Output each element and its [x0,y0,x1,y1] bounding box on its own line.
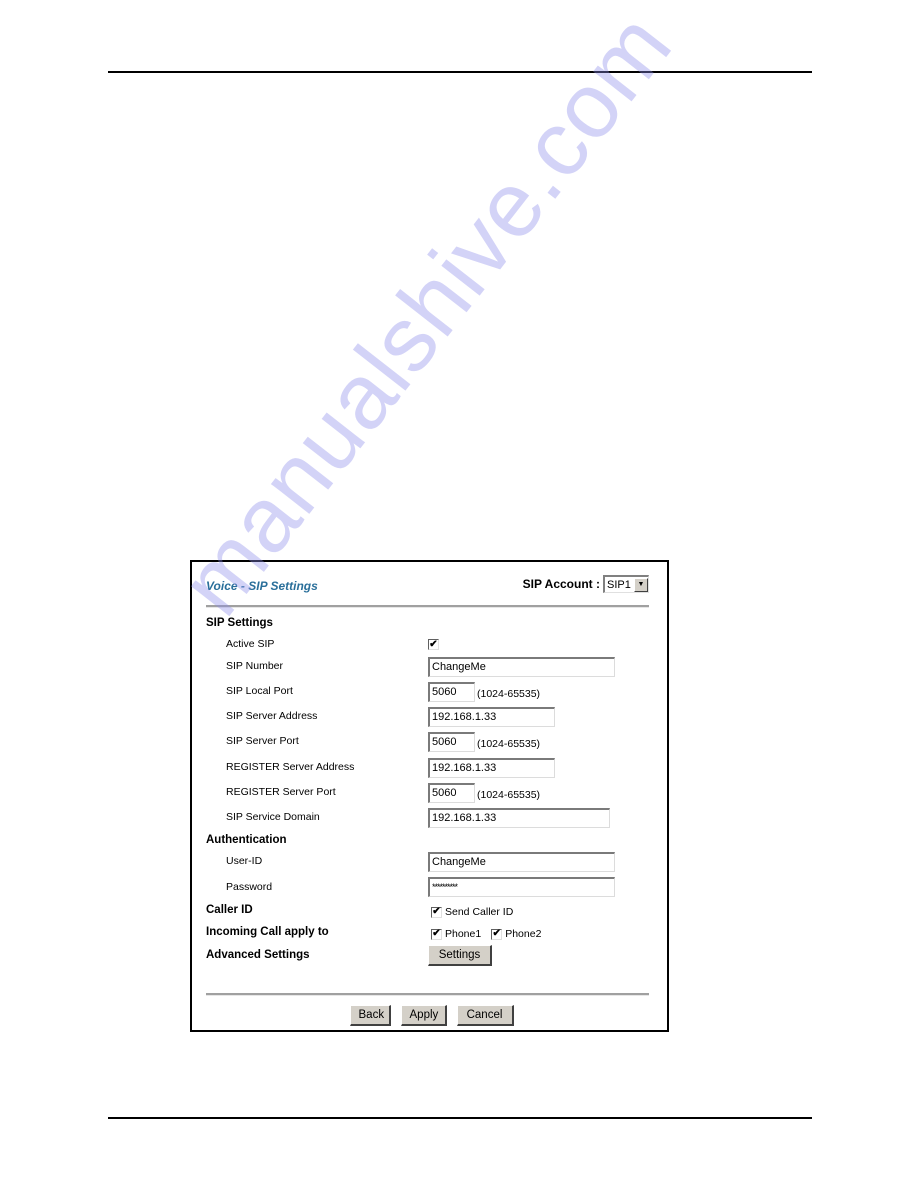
page-header-rule [108,71,812,73]
register-server-port-range: (1024-65535) [477,789,541,801]
back-button[interactable]: Back [349,1005,391,1026]
sip-server-address-label: SIP Server Address [226,710,318,722]
sip-account-select[interactable]: SIP1 ▼ [603,575,649,593]
password-input[interactable]: ********** [428,877,615,897]
password-label: Password [226,881,273,893]
panel-title: Voice - SIP Settings [206,579,318,593]
row-incoming-call: Incoming Call apply to ✔ Phone1 ✔ Phone2 [192,925,667,947]
sip-service-domain-input[interactable]: 192.168.1.33 [428,808,610,828]
row-sip-number: SIP Number ChangeMe [192,657,667,679]
row-sip-server-address: SIP Server Address 192.168.1.33 [192,707,667,729]
row-caller-id: Caller ID ✔ Send Caller ID [192,903,667,925]
advanced-settings-heading: Advanced Settings [206,949,310,961]
row-sip-server-port: SIP Server Port 5060 (1024-65535) [192,732,667,754]
register-server-address-label: REGISTER Server Address [226,761,355,773]
active-sip-label: Active SIP [226,638,275,650]
divider-bottom [206,993,649,996]
row-register-server-address: REGISTER Server Address 192.168.1.33 [192,758,667,780]
sip-local-port-input[interactable]: 5060 [428,682,475,702]
sip-number-input[interactable]: ChangeMe [428,657,615,677]
section-authentication: Authentication [206,834,287,846]
sip-local-port-label: SIP Local Port [226,685,293,697]
row-advanced-settings: Advanced Settings Settings [192,945,667,967]
section-sip-settings: SIP Settings [206,617,273,629]
row-sip-local-port: SIP Local Port 5060 (1024-65535) [192,682,667,704]
phone2-checkbox[interactable]: ✔ [491,928,503,940]
register-server-address-input[interactable]: 192.168.1.33 [428,758,555,778]
send-caller-id-checkbox[interactable]: ✔ [431,906,442,918]
footer-buttons: Back Apply Cancel [192,1005,667,1026]
register-server-port-input[interactable]: 5060 [428,783,475,803]
apply-button[interactable]: Apply [400,1005,447,1026]
phone1-checkbox[interactable]: ✔ [431,928,442,940]
sip-account-value: SIP1 [607,578,631,591]
row-password: Password ********** [192,877,667,899]
sip-service-domain-label: SIP Service Domain [226,811,320,823]
user-id-input[interactable]: ChangeMe [428,852,615,872]
sip-local-port-range: (1024-65535) [477,688,541,700]
settings-button[interactable]: Settings [428,945,492,966]
user-id-label: User-ID [226,855,263,867]
phone2-label: Phone2 [505,928,542,940]
sip-account-label: SIP Account : [522,577,600,591]
page-footer-rule [108,1117,812,1119]
cancel-button[interactable]: Cancel [456,1005,514,1026]
chevron-down-icon[interactable]: ▼ [634,577,648,592]
sip-number-label: SIP Number [226,660,283,672]
sip-settings-screenshot: Voice - SIP Settings SIP Account : SIP1 … [190,560,669,1032]
divider-top [206,605,649,608]
incoming-call-heading: Incoming Call apply to [206,926,329,938]
phone1-label: Phone1 [445,928,482,940]
row-active-sip: Active SIP ✔ [192,636,667,658]
sip-account-selector: SIP Account : SIP1 ▼ [523,575,649,593]
send-caller-id-label: Send Caller ID [445,906,514,918]
register-server-port-label: REGISTER Server Port [226,786,336,798]
sip-server-port-input[interactable]: 5060 [428,732,475,752]
watermark-text: manualshive.com [160,0,692,634]
active-sip-checkbox[interactable]: ✔ [428,639,439,650]
sip-server-port-label: SIP Server Port [226,735,299,747]
row-sip-service-domain: SIP Service Domain 192.168.1.33 [192,808,667,830]
sip-server-port-range: (1024-65535) [477,738,541,750]
row-register-server-port: REGISTER Server Port 5060 (1024-65535) [192,783,667,805]
caller-id-heading: Caller ID [206,904,253,916]
sip-server-address-input[interactable]: 192.168.1.33 [428,707,555,727]
row-user-id: User-ID ChangeMe [192,852,667,874]
